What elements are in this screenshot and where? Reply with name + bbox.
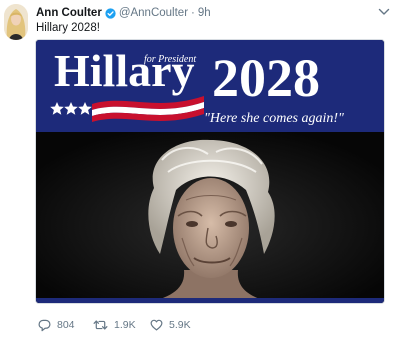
tweet-header: Ann Coulter @AnnCoulter · 9h — [36, 5, 380, 21]
author-avatar[interactable] — [4, 4, 28, 40]
retweet-arrows-icon — [93, 320, 108, 330]
like-button[interactable]: 5.9K — [150, 316, 210, 334]
heart-icon — [150, 319, 163, 331]
tweet-actions: 804 1.9K 5.9K — [38, 316, 210, 334]
chevron-down-icon[interactable] — [378, 7, 390, 17]
retweet-button[interactable]: 1.9K — [93, 316, 150, 334]
author-name[interactable]: Ann Coulter — [36, 5, 102, 21]
tweet-text: Hillary 2028! — [36, 22, 100, 34]
poster-headline-tag: for President — [144, 54, 196, 65]
verified-badge-icon — [105, 7, 116, 19]
poster-year: 2028 — [212, 48, 320, 108]
separator-dot: · — [191, 7, 195, 19]
profile-photo-icon — [4, 4, 28, 40]
retweet-count: 1.9K — [114, 319, 136, 331]
poster-tagline: "Here she comes again!" — [204, 111, 344, 126]
speech-bubble-icon — [38, 319, 51, 331]
tweet-media-image[interactable]: Hillary for President 2028 "Here she com… — [35, 39, 385, 304]
tweet[interactable]: Ann Coulter @AnnCoulter · 9h Hillary 202… — [0, 0, 400, 341]
campaign-poster: Hillary for President 2028 "Here she com… — [36, 40, 384, 303]
reply-button[interactable]: 804 — [38, 316, 93, 334]
reply-count: 804 — [57, 319, 75, 331]
like-count: 5.9K — [169, 319, 191, 331]
author-handle[interactable]: @AnnCoulter — [119, 5, 188, 21]
tweet-timestamp[interactable]: 9h — [198, 5, 211, 21]
poster-headline-name: Hillary — [54, 45, 195, 96]
